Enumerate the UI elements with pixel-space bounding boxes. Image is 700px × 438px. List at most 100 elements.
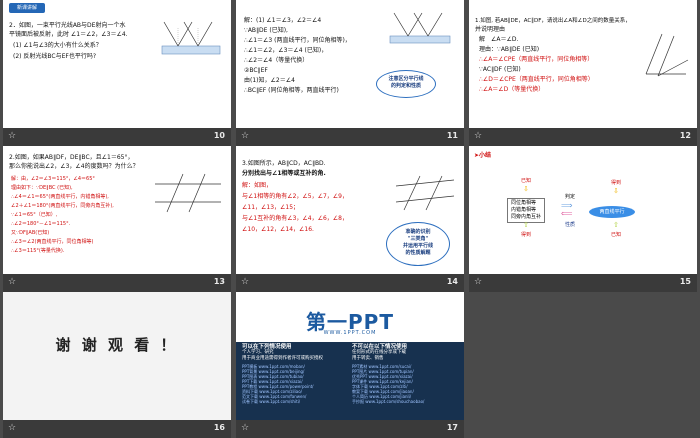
slide-text-line: ∵∠1＝65°（已知）, <box>11 212 58 218</box>
slide-text-line: 并说明理由 <box>475 26 506 33</box>
allowed-note: 用于商业用途需得到作者许可或购买授权 <box>242 356 323 361</box>
slide-text-line: ∴∠A＝∠D（等量代换） <box>479 86 545 93</box>
slide-text-line: 解：如图， <box>242 182 273 189</box>
slide-thumbnail-13[interactable]: 2.如图，如果AB∥DF，DE∥BC，且∠1＝65°， 那么你能说出∠2，∠3，… <box>3 146 231 292</box>
slide-thumbnail-10[interactable]: 新课讲解 2．如图，一束平行光线AB与DE射向一个水 平镜面后被反射，此时 ∠1… <box>3 0 231 146</box>
slide-text-line: 平镜面后被反射，此时 ∠1＝∠2，∠3＝∠4. <box>9 31 128 38</box>
slide-thumbnail-16[interactable]: 谢 谢 观 看 ！ ☆ 16 <box>3 292 231 438</box>
slide-text-line: 那么你能说出∠2，∠3，∠4的度数吗？为什么？ <box>9 163 139 170</box>
slide-text-line: ∴∠4＝∠1＝65°(两直线平行，内错角相等), <box>11 194 109 200</box>
note-line: 准确的识别 <box>405 229 431 235</box>
slide-text-line: ∴∠2＝∠4（等量代换） <box>244 57 309 64</box>
star-icon: ☆ <box>8 277 17 287</box>
link-list-right: PPT素材 www.1ppt.com/sucai/ PPT图片 www.1ppt… <box>352 364 462 404</box>
slide-number: 14 <box>446 277 458 286</box>
slide-canvas: 第一PPT WWW.1PPT.COM 可以在下列情况使用 个人学习、研究 用于商… <box>236 292 464 420</box>
slide-text-line: 3.如图所示，AB∥CD，AC∥BD. <box>242 160 326 167</box>
allowed-usage-column: 可以在下列情况使用 个人学习、研究 用于商业用途需得到作者许可或购买授权 <box>242 344 342 362</box>
slide-text-line: (2) 反射光线BC与EF也平行吗? <box>13 53 97 60</box>
slide-text-line: 理由：∵AB∥DE (已知) <box>479 46 540 53</box>
condition-line: 同旁内角互补 <box>511 214 542 220</box>
slide-text-line: ∠11，∠13，∠15； <box>242 204 300 211</box>
condition-line: 同位角相等 <box>511 200 537 206</box>
slide-canvas: 新课讲解 2．如图，一束平行光线AB与DE射向一个水 平镜面后被反射，此时 ∠1… <box>3 0 231 128</box>
star-icon: ☆ <box>241 423 250 433</box>
parallel-lines-figure <box>155 173 221 213</box>
slide-text-line: ②BC∥EF <box>244 67 268 74</box>
condition-line: 内错角相等 <box>511 207 537 213</box>
slide-text-line: ∴∠3＝∠2(两直线平行，同位角相等) <box>11 239 94 245</box>
slide-footer: ☆ 16 <box>3 420 231 438</box>
star-icon: ☆ <box>8 423 17 433</box>
slide-footer: ☆ 12 <box>469 128 697 146</box>
slide-number: 10 <box>213 131 225 140</box>
note-line: 的判定和性质 <box>390 83 421 89</box>
slide-footer: ☆ 17 <box>236 420 464 438</box>
slide-thumbnail-17[interactable]: 第一PPT WWW.1PPT.COM 可以在下列情况使用 个人学习、研究 用于商… <box>236 292 464 438</box>
site-url: WWW.1PPT.COM <box>323 330 377 336</box>
slide-thumbnail-12[interactable]: 1.如图, 若AB∥DE，AC∥DF，请说出∠A和∠D之间的数量关系， 并说明理… <box>469 0 697 146</box>
star-icon: ☆ <box>241 277 250 287</box>
star-icon: ☆ <box>474 131 483 141</box>
note-bubble: 注意区分平行线 的判定和性质 <box>376 70 436 98</box>
label-given: 已知 <box>521 178 532 184</box>
slide-canvas: 2.如图，如果AB∥DF，DE∥BC，且∠1＝65°， 那么你能说出∠2，∠3，… <box>3 146 231 274</box>
slide-text-line: 与∠1互补的角有∠3，∠4，∠6，∠8， <box>242 215 348 222</box>
angle-conditions-box: 同位角相等 内错角相等 同旁内角互补 <box>507 198 546 223</box>
slide-text-line: 又∵DF∥AB(已知) <box>11 230 50 236</box>
slide-text-line: ∴∠A＝∠CPE（两直线平行，同位角相等） <box>479 56 594 63</box>
star-icon: ☆ <box>241 131 250 141</box>
slide-number: 12 <box>679 131 691 140</box>
slide-text-line: 理由如下：∵DE∥BC (已知), <box>11 185 73 191</box>
arrow-down-icon: ⇩ <box>523 185 529 193</box>
slide-canvas: 谢 谢 观 看 ！ <box>3 292 231 420</box>
section-tag: 新课讲解 <box>9 3 45 13</box>
slide-number: 16 <box>213 423 225 432</box>
mirror-reflection-figure <box>161 21 221 55</box>
label-judge: 判定 <box>565 194 576 200</box>
slide-canvas: 1.如图, 若AB∥DE，AC∥DF，请说出∠A和∠D之间的数量关系， 并说明理… <box>469 0 697 128</box>
slide-text-line: 2．如图，一束平行光线AB与DE射向一个水 <box>9 22 126 29</box>
parallel-lines-oval: 两直线平行 <box>589 206 635 218</box>
slide-text-line: 与∠1相等的角有∠2，∠5，∠7，∠9， <box>242 193 348 200</box>
slide-text-line: ∴∠1＝∠2，∠3＝∠4 (已知)， <box>244 47 328 54</box>
label-obtain: 得到 <box>521 232 532 238</box>
slide-footer: ☆ 15 <box>469 274 697 292</box>
slide-thumbnail-15[interactable]: ➤小结 已知 ⇩ 同位角相等 内错角相等 同旁内角互补 判定 ⟹ ⟸ 性质 得到… <box>469 146 697 292</box>
arrow-left-icon: ⟸ <box>561 209 573 218</box>
slide-text-line: ∠10，∠12，∠14，∠16. <box>242 226 314 233</box>
slide-text-line: ∵AB∥DE (已知), <box>244 27 288 34</box>
slide-canvas: ➤小结 已知 ⇩ 同位角相等 内错角相等 同旁内角互补 判定 ⟹ ⟸ 性质 得到… <box>469 146 697 274</box>
slide-canvas: 解：(1) ∠1＝∠3，∠2＝∠4 ∵AB∥DE (已知), ∴∠1＝∠3 (两… <box>236 0 464 128</box>
note-line: "三类角" <box>407 236 429 242</box>
label-given: 已知 <box>611 232 622 238</box>
note-line: 并运用平行线 <box>402 243 433 249</box>
forbidden-usage-column: 不可以在以下情况使用 任何形式的在线分享或下载 用于转卖、销售 <box>352 344 452 362</box>
slide-text-line: 由(1)知，∠2＝∠4 <box>244 77 295 84</box>
slide-thumbnail-11[interactable]: 解：(1) ∠1＝∠3，∠2＝∠4 ∵AB∥DE (已知), ∴∠1＝∠3 (两… <box>236 0 464 146</box>
slide-text-line: 解 ∠A＝∠D. <box>479 36 519 43</box>
note-line: 的性质解题 <box>405 250 431 256</box>
slide-footer: ☆ 14 <box>236 274 464 292</box>
slide-thumbnail-14[interactable]: 3.如图所示，AB∥CD，AC∥BD. 分别找出与∠1相等或互补的角. 解：如图… <box>236 146 464 292</box>
star-icon: ☆ <box>8 131 17 141</box>
slide-text-line: 2.如图，如果AB∥DF，DE∥BC，且∠1＝65°， <box>9 154 134 161</box>
slide-text-line: 解：(1) ∠1＝∠3，∠2＝∠4 <box>244 17 322 24</box>
slide-number: 17 <box>446 423 458 432</box>
label-property: 性质 <box>565 222 576 228</box>
summary-title: ➤小结 <box>474 152 491 160</box>
resource-link[interactable]: 试卷下载 www.1ppt.com/shiti/ <box>242 399 352 404</box>
slide-text-line: ∴∠1＝∠3 (两直线平行，同位角相等)， <box>244 37 351 44</box>
slide-text-line: (1) ∠1与∠3的大小有什么关系？ <box>13 42 102 49</box>
arrow-right-icon: ⟹ <box>561 201 573 210</box>
slide-number: 13 <box>213 277 225 286</box>
resource-link[interactable]: 手抄报 www.1ppt.com/shouchaobao/ <box>352 399 462 404</box>
mirror-reflection-figure <box>389 12 451 44</box>
slide-text-line: 解：由，∠2＝∠3＝115°，∠4＝65° <box>11 176 95 182</box>
slide-text-line: ∵AC∥DF (已知) <box>479 66 521 73</box>
slide-text-line: ∴∠D＝∠CPE（两直线平行，同位角相等） <box>479 76 594 83</box>
usage-panel: 可以在下列情况使用 个人学习、研究 用于商业用途需得到作者许可或购买授权 不可以… <box>236 342 464 420</box>
slide-text-line: ∴∠2＝180°－∠1＝115°. <box>11 221 71 227</box>
star-icon: ☆ <box>474 277 483 287</box>
slide-text-line: ∠2＋∠1＝180°(两直线平行，同旁内角互补), <box>11 203 114 209</box>
